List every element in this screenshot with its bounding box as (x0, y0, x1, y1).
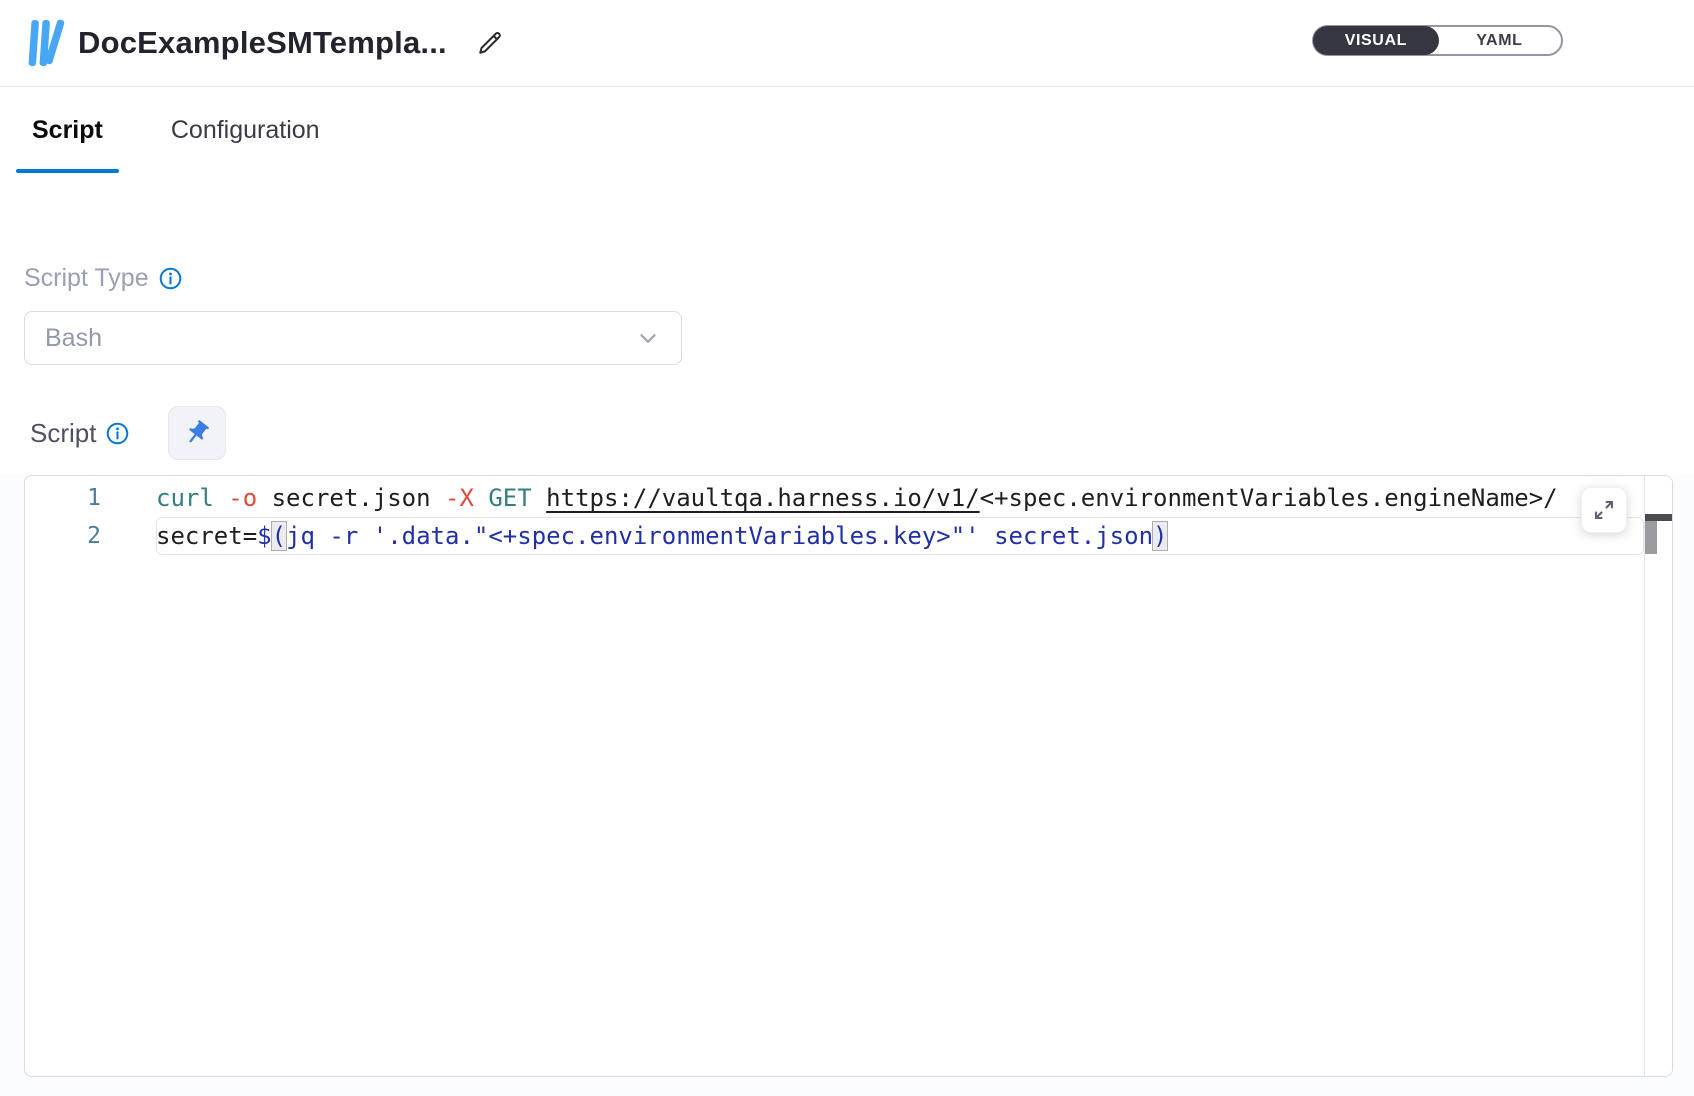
code-line: 1 curl -o secret.json -X GET https://vaul… (25, 479, 1644, 517)
tab-configuration[interactable]: Configuration (155, 87, 336, 173)
code-token: curl (156, 484, 214, 512)
code-line: 2 secret=$(jq -r '.data."<+spec.environme… (25, 517, 1644, 555)
scrollbar-thumb[interactable] (1645, 521, 1657, 554)
code-token: jq -r '.data."<+spec.environmentVariable… (286, 522, 1153, 550)
code-token: GET (488, 484, 531, 512)
page-title: DocExampleSMTempla... (78, 25, 447, 61)
editor-scrollbar (1644, 476, 1672, 1076)
code-token: -o (228, 484, 257, 512)
code-token: <+spec.environmentVariables.engineName>/ (980, 484, 1558, 512)
script-info-icon[interactable] (105, 421, 130, 446)
template-library-icon (24, 15, 66, 71)
script-editor[interactable]: 1 curl -o secret.json -X GET https://vaul… (24, 475, 1673, 1077)
script-type-label-row: Script Type (24, 264, 183, 293)
visual-toggle-button[interactable]: VISUAL (1313, 26, 1439, 55)
code-token (532, 484, 546, 512)
pin-script-button[interactable] (168, 406, 226, 460)
expand-icon (1592, 498, 1616, 522)
template-editor-page: DocExampleSMTempla... VISUAL YAML Script… (0, 0, 1694, 1096)
yaml-toggle-button[interactable]: YAML (1438, 27, 1561, 54)
script-type-value: Bash (45, 324, 635, 353)
code-token: $ (257, 522, 271, 550)
chevron-down-icon (635, 325, 661, 351)
scrollbar-marker (1645, 514, 1672, 521)
header: DocExampleSMTempla... VISUAL YAML (0, 0, 1694, 87)
code-token: secret= (156, 522, 257, 550)
code-token: -X (445, 484, 474, 512)
line-number: 1 (25, 485, 101, 511)
code-lines: 1 curl -o secret.json -X GET https://vaul… (25, 479, 1644, 555)
edit-title-button[interactable] (473, 26, 507, 60)
script-label: Script (30, 418, 96, 449)
code-text[interactable]: secret=$(jq -r '.data."<+spec.environmen… (156, 517, 1644, 555)
tab-bar: Script Configuration (0, 87, 336, 173)
visual-yaml-toggle: VISUAL YAML (1312, 25, 1563, 56)
pushpin-icon (183, 419, 211, 447)
code-token: ( (272, 522, 286, 550)
code-text[interactable]: curl -o secret.json -X GET https://vault… (156, 479, 1644, 517)
pencil-icon (475, 28, 505, 58)
script-label-row: Script (30, 418, 130, 449)
expand-editor-button[interactable] (1581, 487, 1627, 533)
code-token (214, 484, 228, 512)
line-number: 2 (25, 523, 101, 549)
script-type-select[interactable]: Bash (24, 311, 682, 365)
code-token: secret.json (257, 484, 445, 512)
tab-script[interactable]: Script (16, 87, 119, 173)
script-type-label: Script Type (24, 264, 149, 293)
code-token (474, 484, 488, 512)
code-token: ) (1153, 522, 1167, 550)
code-token: https://vaultqa.harness.io/v1/ (546, 484, 979, 512)
script-type-info-icon[interactable] (158, 266, 183, 291)
